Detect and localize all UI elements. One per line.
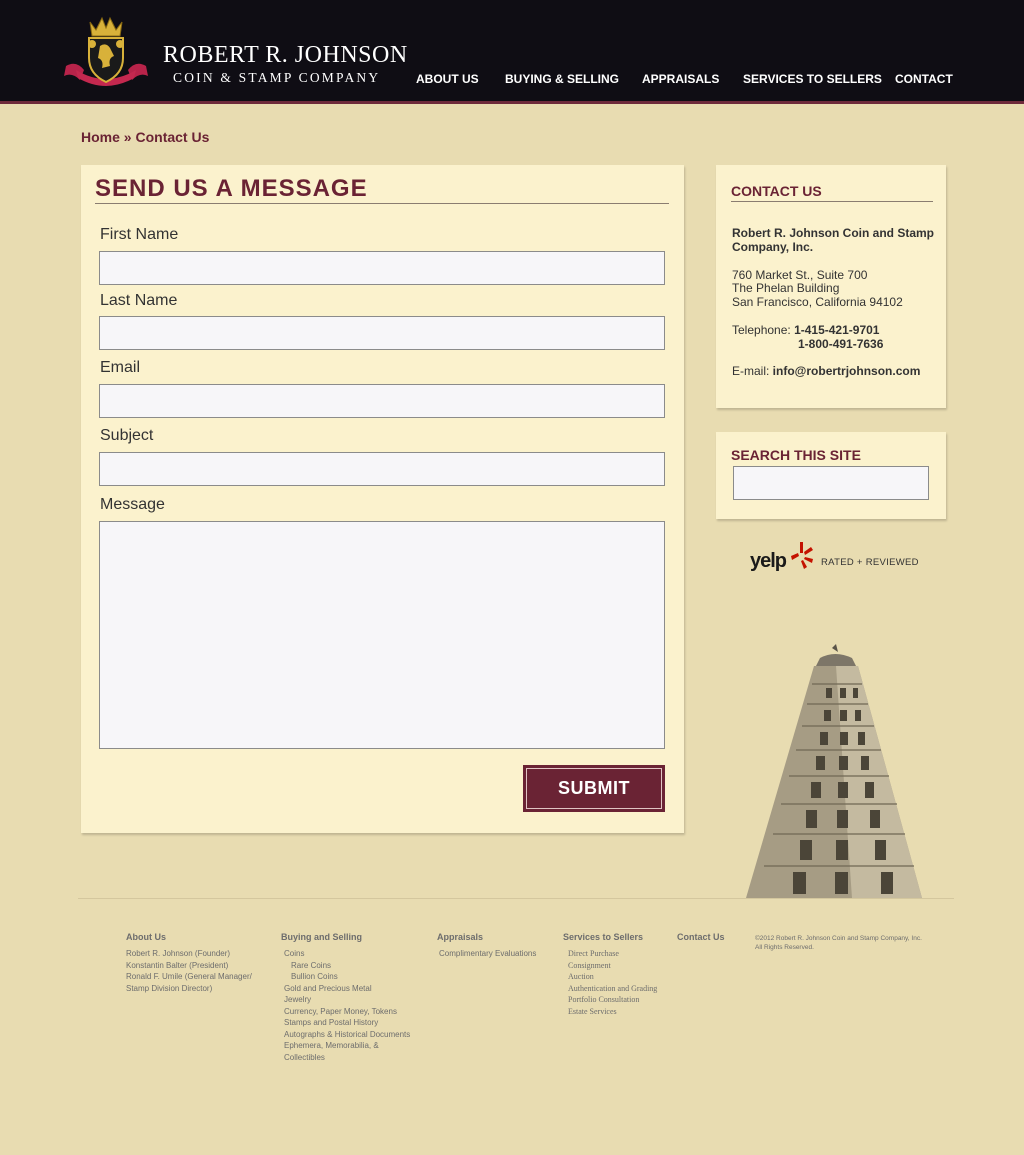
crest-logo-icon[interactable]	[62, 14, 150, 92]
footer-appraisals-heading[interactable]: Appraisals	[437, 932, 483, 942]
footer-link[interactable]: Gold and Precious Metal	[284, 983, 410, 995]
yelp-burst-icon	[791, 542, 813, 569]
copyright-line-2: All Rights Reserved.	[755, 944, 814, 951]
phone-number-2[interactable]: 1-800-491-7636	[798, 337, 883, 351]
yelp-wordmark: yelp	[750, 550, 787, 572]
copyright-notice: ©2012 Robert R. Johnson Coin and Stamp C…	[755, 934, 930, 952]
footer-link[interactable]: Coins	[284, 948, 410, 960]
email-link[interactable]: info@robertrjohnson.com	[773, 364, 921, 378]
footer-link[interactable]: Direct Purchase	[568, 948, 657, 960]
copyright-line-1: ©2012 Robert R. Johnson Coin and Stamp C…	[755, 935, 922, 942]
footer-link[interactable]: Stamp Division Director)	[126, 983, 252, 995]
footer-link[interactable]: Authentication and Grading	[568, 983, 657, 995]
company-name-line-2: Company, Inc.	[732, 240, 814, 254]
message-label: Message	[100, 496, 165, 513]
footer-link[interactable]: Currency, Paper Money, Tokens	[284, 1006, 410, 1018]
first-name-field[interactable]	[99, 251, 665, 285]
subject-field[interactable]	[99, 452, 665, 486]
nav-contact[interactable]: CONTACT	[895, 72, 953, 88]
footer-about-list: Robert R. Johnson (Founder) Konstantin B…	[126, 948, 252, 994]
footer-link[interactable]: Consignment	[568, 960, 657, 972]
yelp-rated-reviewed: RATED + REVIEWED	[821, 557, 919, 568]
footer-link[interactable]: Jewelry	[284, 994, 410, 1006]
footer-buying-heading[interactable]: Buying and Selling	[281, 932, 362, 942]
nav-about-us[interactable]: ABOUT US	[416, 72, 479, 88]
nav-appraisals[interactable]: APPRAISALS	[642, 72, 719, 88]
email-label: Email	[100, 359, 141, 376]
search-title: SEARCH THIS SITE	[731, 447, 861, 463]
footer-link[interactable]: Ephemera, Memorabilia, &	[284, 1040, 410, 1052]
address-line-3: San Francisco, California 94102	[732, 295, 903, 309]
search-panel: SEARCH THIS SITE	[716, 432, 946, 519]
footer-link[interactable]: Collectibles	[284, 1052, 410, 1064]
form-title: SEND US A MESSAGE	[95, 175, 368, 202]
nav-services-to-sellers[interactable]: SERVICES TO SELLERS	[743, 72, 882, 88]
email-row: E-mail: info@robertrjohnson.com	[732, 364, 920, 378]
last-name-label: Last Name	[100, 292, 178, 309]
footer-link[interactable]: Ronald F. Umile (General Manager/	[126, 971, 252, 983]
footer-services-list: Direct Purchase Consignment Auction Auth…	[568, 948, 657, 1017]
footer-link[interactable]: Portfolio Consultation	[568, 994, 657, 1006]
breadcrumb-current: Contact Us	[135, 129, 210, 145]
footer-buying-list: Coins Rare Coins Bullion Coins Gold and …	[284, 948, 410, 1063]
footer-appraisals-list: Complimentary Evaluations	[439, 948, 536, 960]
company-name-line-1: Robert R. Johnson Coin and Stamp	[732, 226, 935, 240]
nav-buying-selling[interactable]: BUYING & SELLING	[505, 72, 619, 88]
footer-link[interactable]: Estate Services	[568, 1006, 657, 1018]
last-name-field[interactable]	[99, 316, 665, 350]
subject-label: Subject	[100, 427, 154, 444]
contact-info-panel: CONTACT US Robert R. Johnson Coin and St…	[716, 165, 946, 408]
footer-link[interactable]: Complimentary Evaluations	[439, 948, 536, 960]
contact-title-divider	[731, 201, 933, 202]
telephone-label: Telephone:	[732, 323, 795, 337]
phelan-building-image	[746, 644, 922, 898]
form-title-divider	[95, 203, 669, 204]
footer-about-heading[interactable]: About Us	[126, 932, 166, 942]
search-input[interactable]	[733, 466, 929, 500]
breadcrumb-home-link[interactable]: Home	[81, 129, 120, 145]
address-line-2: The Phelan Building	[732, 281, 840, 295]
contact-form-panel: SEND US A MESSAGE First Name Last Name E…	[81, 165, 684, 833]
submit-button[interactable]: SUBMIT	[523, 765, 665, 812]
site-header: ROBERT R. JOHNSON COIN & STAMP COMPANY A…	[0, 0, 1024, 104]
breadcrumb-separator: »	[119, 129, 136, 145]
logo-name[interactable]: ROBERT R. JOHNSON	[163, 42, 408, 69]
contact-us-title: CONTACT US	[731, 183, 822, 199]
footer-link[interactable]: Rare Coins	[284, 960, 410, 972]
footer-divider	[78, 898, 954, 899]
yelp-badge[interactable]: yelp RATED + REVIEWED	[750, 540, 920, 576]
footer-contact-heading[interactable]: Contact Us	[677, 932, 725, 942]
phone-number-1[interactable]: 1-415-421-9701	[794, 323, 879, 337]
footer-link[interactable]: Bullion Coins	[284, 971, 410, 983]
footer-services-heading[interactable]: Services to Sellers	[563, 932, 643, 942]
breadcrumb: Home » Contact Us	[81, 129, 209, 145]
telephone-row: Telephone: 1-415-421-9701	[732, 323, 879, 337]
logo-subtitle[interactable]: COIN & STAMP COMPANY	[173, 70, 380, 86]
email-field[interactable]	[99, 384, 665, 418]
footer-link[interactable]: Konstantin Balter (President)	[126, 960, 252, 972]
footer-link[interactable]: Auction	[568, 971, 657, 983]
submit-button-label: SUBMIT	[526, 768, 662, 809]
email-label-text: E-mail:	[732, 364, 773, 378]
address-line-1: 760 Market St., Suite 700	[732, 268, 868, 282]
footer-link[interactable]: Robert R. Johnson (Founder)	[126, 948, 252, 960]
footer-link[interactable]: Autographs & Historical Documents	[284, 1029, 410, 1041]
first-name-label: First Name	[100, 226, 179, 243]
footer-link[interactable]: Stamps and Postal History	[284, 1017, 410, 1029]
message-field[interactable]	[99, 521, 665, 749]
